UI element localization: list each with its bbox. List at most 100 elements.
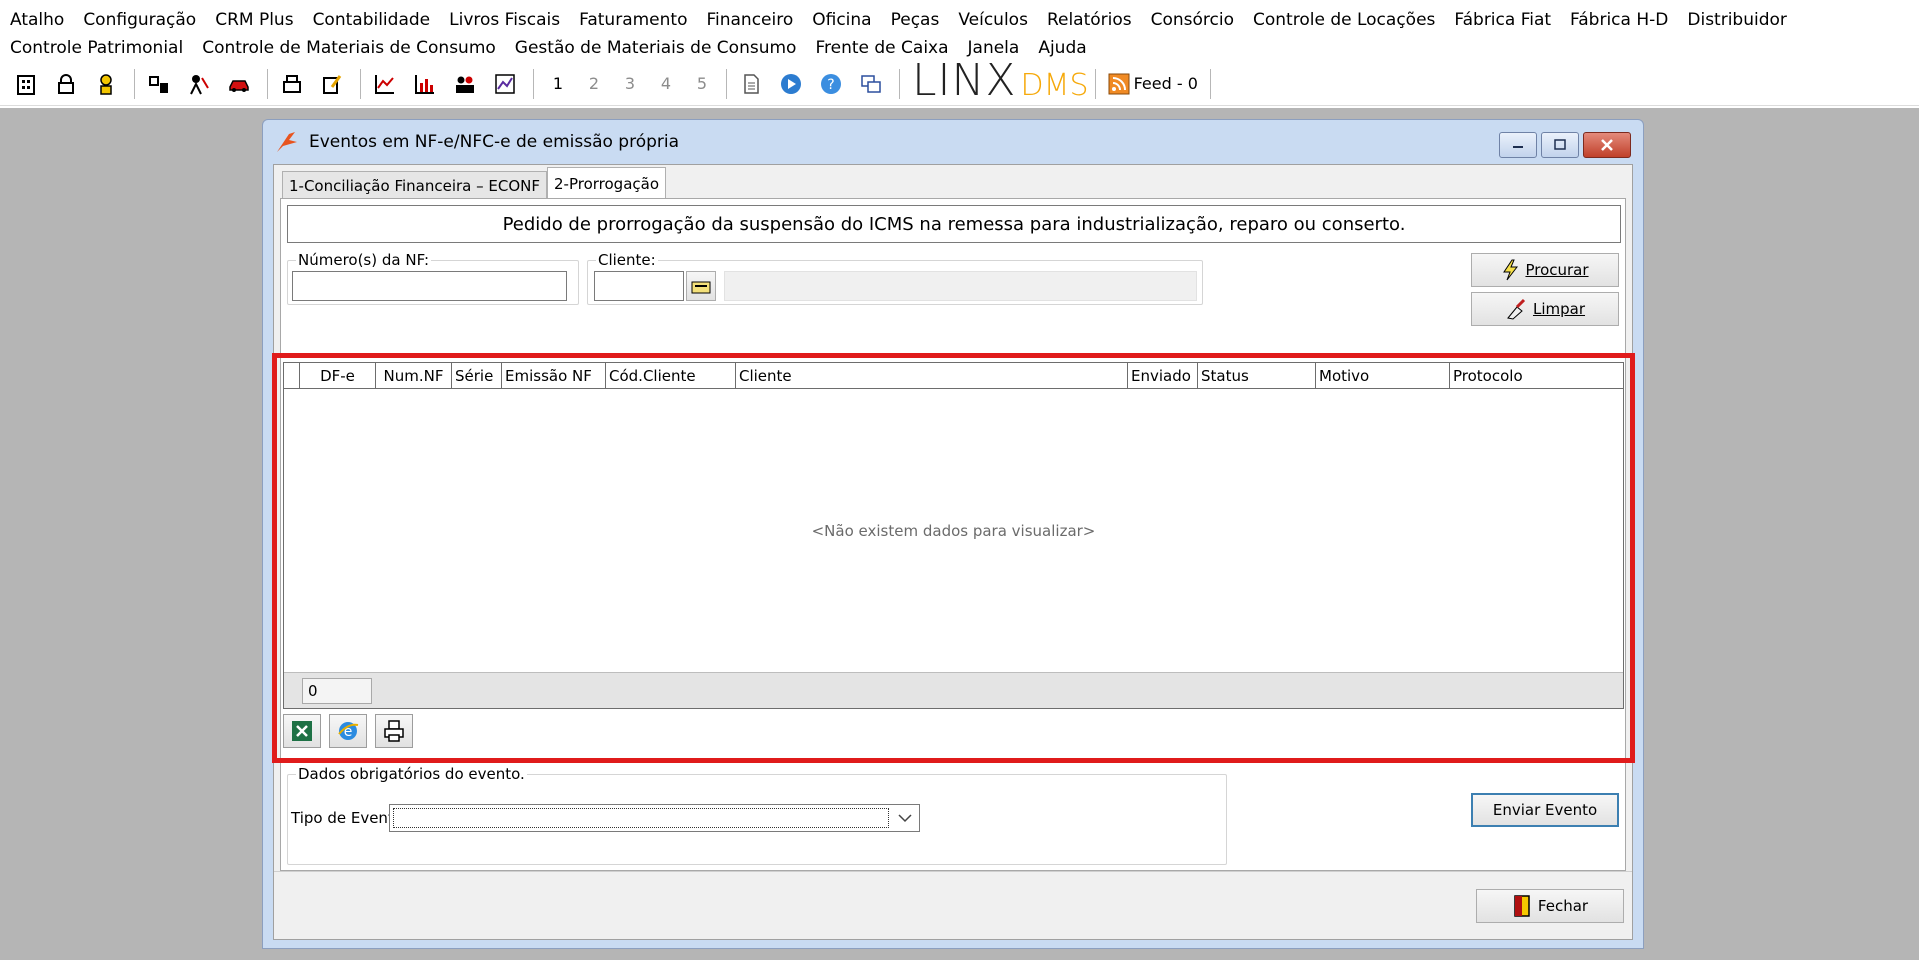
column-header-enviado[interactable]: Enviado bbox=[1128, 363, 1198, 389]
column-header-num-nf[interactable]: Num.NF bbox=[376, 363, 452, 389]
close-button[interactable] bbox=[1583, 132, 1631, 158]
building-icon[interactable] bbox=[8, 66, 44, 102]
user-key-icon[interactable] bbox=[88, 66, 124, 102]
chart-icon[interactable] bbox=[367, 66, 403, 102]
window-client: 1-Conciliação Financeira – ECONF 2-Prorr… bbox=[272, 164, 1635, 940]
chevron-down-icon bbox=[891, 805, 919, 831]
export-bar: e bbox=[283, 714, 413, 748]
column-header-cod-cliente[interactable]: Cód.Cliente bbox=[606, 363, 736, 389]
toolbar-separator bbox=[360, 68, 361, 99]
menu-oficina[interactable]: Oficina bbox=[806, 10, 877, 30]
logo-text: LINX bbox=[912, 55, 1017, 106]
nf-number-label: Número(s) da NF: bbox=[298, 251, 430, 269]
lock-icon[interactable] bbox=[48, 66, 84, 102]
limpar-button[interactable]: Limpar bbox=[1471, 292, 1619, 326]
linx-dms-logo: LINX DMS bbox=[912, 59, 1089, 108]
procurar-button[interactable]: Procurar bbox=[1471, 253, 1619, 287]
menu-livros-fiscais[interactable]: Livros Fiscais bbox=[443, 10, 566, 30]
column-header-df-e[interactable]: DF-e bbox=[300, 363, 376, 389]
document-edit-icon[interactable] bbox=[314, 66, 350, 102]
parts-icon[interactable] bbox=[141, 66, 177, 102]
column-header-emissao-nf[interactable]: Emissão NF bbox=[502, 363, 606, 389]
tab-prorrogacao[interactable]: 2-Prorrogação bbox=[547, 167, 666, 199]
eventos-window: Eventos em NF-e/NFC-e de emissão própria… bbox=[262, 119, 1644, 949]
menu-faturamento[interactable]: Faturamento bbox=[573, 10, 693, 30]
windows-icon[interactable] bbox=[853, 66, 889, 102]
grid-row-selector-header bbox=[284, 363, 300, 389]
cliente-lookup-button[interactable] bbox=[686, 271, 716, 301]
menu-crm-plus[interactable]: CRM Plus bbox=[209, 10, 299, 30]
fechar-button[interactable]: Fechar bbox=[1476, 889, 1624, 923]
feed-button[interactable]: Feed - 0 bbox=[1102, 68, 1211, 99]
page-2-button[interactable]: 2 bbox=[576, 74, 612, 93]
help-icon[interactable]: ? bbox=[813, 66, 849, 102]
menu-controle-patrimonial[interactable]: Controle Patrimonial bbox=[4, 38, 189, 58]
column-header-serie[interactable]: Série bbox=[452, 363, 502, 389]
menu-ajuda[interactable]: Ajuda bbox=[1032, 38, 1092, 58]
toolbar-separator bbox=[134, 68, 135, 99]
window-titlebar[interactable]: Eventos em NF-e/NFC-e de emissão própria bbox=[263, 120, 1643, 164]
users-group-icon[interactable] bbox=[447, 66, 483, 102]
menu-veiculos[interactable]: Veículos bbox=[952, 10, 1034, 30]
play-icon[interactable] bbox=[773, 66, 809, 102]
column-header-status[interactable]: Status bbox=[1198, 363, 1316, 389]
tipo-evento-select[interactable] bbox=[389, 804, 920, 832]
column-header-motivo[interactable]: Motivo bbox=[1316, 363, 1450, 389]
column-header-protocolo[interactable]: Protocolo bbox=[1450, 363, 1604, 389]
eraser-icon bbox=[1507, 298, 1526, 320]
menu-contabilidade[interactable]: Contabilidade bbox=[307, 10, 437, 30]
column-header-cliente[interactable]: Cliente bbox=[736, 363, 1128, 389]
chart-bars-icon[interactable] bbox=[407, 66, 443, 102]
page-banner: Pedido de prorrogação da suspensão do IC… bbox=[287, 205, 1621, 243]
grid-footer: 0 bbox=[284, 672, 1623, 708]
cash-register-icon[interactable] bbox=[274, 66, 310, 102]
menubar-row-1: Atalho Configuração CRM Plus Contabilidade L… bbox=[4, 6, 1800, 34]
menu-consorcio[interactable]: Consórcio bbox=[1145, 10, 1240, 30]
document-icon[interactable] bbox=[733, 66, 769, 102]
trend-chart-icon[interactable] bbox=[487, 66, 523, 102]
menu-controle-de-materiais-de-consumo[interactable]: Controle de Materiais de Consumo bbox=[196, 38, 502, 58]
excel-export-button[interactable] bbox=[283, 714, 321, 748]
exit-door-icon bbox=[1514, 895, 1530, 917]
print-button[interactable] bbox=[375, 714, 413, 748]
tab-panel-prorrogacao: Pedido de prorrogação da suspensão do IC… bbox=[272, 198, 1635, 871]
menu-atalho[interactable]: Atalho bbox=[4, 10, 70, 30]
menu-controle-de-locacoes[interactable]: Controle de Locações bbox=[1247, 10, 1441, 30]
menu-relatorios[interactable]: Relatórios bbox=[1041, 10, 1138, 30]
enviar-evento-button[interactable]: Enviar Evento bbox=[1471, 793, 1619, 827]
menu-pecas[interactable]: Peças bbox=[885, 10, 946, 30]
menu-distribuidor[interactable]: Distribuidor bbox=[1681, 10, 1793, 30]
printer-icon bbox=[384, 720, 404, 742]
page-1-button[interactable]: 1 bbox=[540, 74, 576, 93]
page-4-button[interactable]: 4 bbox=[648, 74, 684, 93]
page-5-button[interactable]: 5 bbox=[684, 74, 720, 93]
procurar-label: Procurar bbox=[1525, 261, 1589, 279]
car-icon[interactable] bbox=[221, 66, 257, 102]
page-3-button[interactable]: 3 bbox=[612, 74, 648, 93]
internet-explorer-icon: e bbox=[338, 722, 359, 740]
fechar-label: Fechar bbox=[1537, 897, 1589, 915]
feed-label: Feed - 0 bbox=[1133, 74, 1198, 93]
menu-financeiro[interactable]: Financeiro bbox=[700, 10, 799, 30]
menubar: Atalho Configuração CRM Plus Contabilidade L… bbox=[0, 0, 1919, 60]
menu-fabrica-fiat[interactable]: Fábrica Fiat bbox=[1448, 10, 1557, 30]
toolbar-separator bbox=[899, 68, 900, 99]
cliente-code-input[interactable] bbox=[594, 271, 684, 301]
results-grid[interactable]: DF-e Num.NF Série Emissão NF Cód.Cliente Clie… bbox=[283, 362, 1624, 709]
toolbar: 1 2 3 4 5 ? LINX DMS Feed - 0 bbox=[0, 59, 1919, 108]
browser-export-button[interactable]: e bbox=[329, 714, 367, 748]
menu-configuracao[interactable]: Configuração bbox=[77, 10, 202, 30]
excel-icon bbox=[292, 721, 312, 741]
maximize-button[interactable] bbox=[1541, 132, 1579, 158]
toolbar-separator bbox=[267, 68, 268, 99]
menu-fabrica-h-d[interactable]: Fábrica H-D bbox=[1564, 10, 1674, 30]
tipo-evento-value bbox=[393, 808, 889, 828]
mechanic-icon[interactable] bbox=[181, 66, 217, 102]
nf-number-input[interactable] bbox=[292, 271, 567, 301]
evento-group-label: Dados obrigatórios do evento. bbox=[298, 765, 525, 783]
tab-conciliacao[interactable]: 1-Conciliação Financeira – ECONF bbox=[282, 171, 547, 199]
toolbar-separator bbox=[726, 68, 727, 99]
logo-suffix: DMS bbox=[1020, 68, 1089, 103]
minimize-button[interactable] bbox=[1499, 132, 1537, 158]
menu-gestao-de-materiais-de-consumo[interactable]: Gestão de Materiais de Consumo bbox=[509, 38, 803, 58]
